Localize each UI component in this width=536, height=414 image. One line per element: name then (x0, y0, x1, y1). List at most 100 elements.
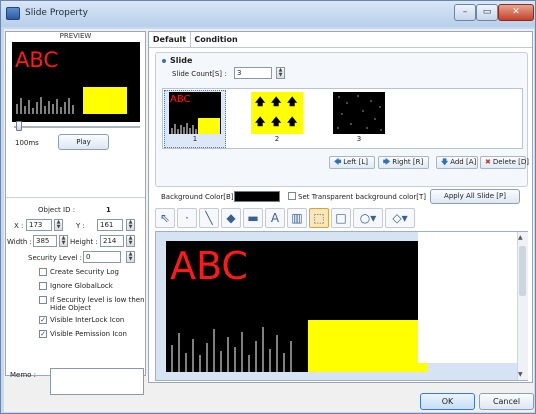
bar-graph-icon[interactable]: ▥ (287, 208, 307, 228)
edit-canvas-area[interactable]: ABC ▲ ▼ (155, 231, 528, 381)
slide-property-window: Slide Property – ▭ ✕ PREVIEW ABC 100ms P… (0, 0, 536, 414)
up-arrow-icon: 🡅 (287, 117, 298, 128)
ignore-globallock-checkbox[interactable] (39, 282, 47, 290)
left-arrow-icon: 🡄 (334, 158, 342, 166)
hide-object-label-line2: Hide Object (50, 304, 91, 312)
visible-permission-icon-label: Visible Pemission Icon (50, 330, 127, 338)
point-icon[interactable]: · (177, 208, 197, 228)
speed-slider-track[interactable] (14, 126, 140, 128)
speed-label: 100ms (15, 139, 39, 147)
move-right-label: Right [R] (392, 158, 424, 166)
visible-interlock-icon-checkbox[interactable]: ✓ (39, 316, 47, 324)
slide-count-input[interactable]: 3 (234, 67, 272, 79)
fill-icon[interactable]: ◆ (221, 208, 241, 228)
security-level-label: Security Level : (28, 254, 83, 262)
add-slide-button[interactable]: 🡇 Add [A] (436, 156, 478, 169)
create-security-log-label: Create Security Log (50, 268, 119, 276)
background-color-swatch[interactable] (234, 191, 280, 202)
y-spinner[interactable]: ▲ ▼ (126, 219, 135, 231)
up-arrow-icon: 🡅 (271, 117, 282, 128)
scroll-down-icon[interactable]: ▼ (518, 371, 523, 378)
move-left-button[interactable]: 🡄 Left [L] (329, 156, 375, 169)
height-input[interactable]: 214 (100, 235, 124, 247)
scrollbar-thumb[interactable] (519, 246, 526, 296)
memo-input[interactable] (50, 368, 144, 395)
ellipse-dropdown-icon[interactable]: ○▾ (353, 208, 383, 228)
rectangle-icon[interactable]: □ (331, 208, 351, 228)
cancel-button[interactable]: Cancel (479, 393, 534, 410)
x-label: X : (14, 222, 24, 230)
object-id-value: 1 (106, 206, 111, 214)
visible-permission-icon-checkbox[interactable]: ✓ (39, 330, 47, 338)
y-input[interactable]: 161 (97, 219, 123, 231)
add-icon: 🡇 (441, 158, 449, 166)
security-level-input[interactable]: 0 (83, 251, 121, 263)
transparent-background-checkbox[interactable] (288, 192, 296, 200)
x-input[interactable]: 173 (26, 219, 52, 231)
play-button[interactable]: Play (58, 134, 109, 150)
window-title: Slide Property (25, 8, 88, 18)
width-spinner[interactable]: ▲ ▼ (59, 235, 68, 247)
up-arrow-icon: 🡅 (255, 97, 266, 108)
image-icon[interactable]: ▬ (243, 208, 263, 228)
width-label: Width : (7, 238, 32, 246)
up-arrow-icon: 🡅 (271, 97, 282, 108)
canvas-abc-text[interactable]: ABC (170, 244, 248, 288)
thumbnail-1-number: 1 (192, 135, 198, 143)
move-right-button[interactable]: 🡆 Right [R] (378, 156, 429, 169)
preview-yellow-box (83, 87, 127, 114)
memo-label: Memo : (10, 371, 37, 379)
delete-slide-label: Delete [D] (492, 158, 529, 166)
canvas-white-margin (418, 232, 517, 363)
ok-button[interactable]: OK (420, 393, 475, 410)
width-input[interactable]: 385 (33, 235, 57, 247)
preview-title: PREVIEW (59, 32, 92, 40)
height-label: Height : (70, 238, 98, 246)
create-security-log-checkbox[interactable] (39, 268, 47, 276)
canvas-bars[interactable] (168, 315, 306, 372)
background-color-label: Background Color[B] : (161, 193, 239, 201)
speed-slider-thumb[interactable] (16, 121, 22, 131)
canvas-yellow-box[interactable] (308, 320, 428, 372)
tab-default[interactable]: Default (149, 32, 191, 47)
close-button[interactable]: ✕ (498, 4, 534, 21)
up-arrow-icon: 🡅 (287, 97, 298, 108)
delete-slide-button[interactable]: ✖ Delete [D] (480, 156, 529, 169)
ignore-globallock-label: Ignore GlobalLock (50, 282, 113, 290)
tab-condition[interactable]: Condition (192, 32, 240, 47)
scroll-up-icon[interactable]: ▲ (518, 234, 523, 241)
hide-object-checkbox[interactable] (39, 296, 47, 304)
slide-count-spinner[interactable]: ▲ ▼ (276, 67, 285, 79)
hide-object-label: If Security level is low then (50, 296, 145, 304)
add-slide-label: Add [A] (450, 158, 477, 166)
select-region-icon[interactable]: ⬚ (309, 208, 329, 228)
preview-bars (16, 97, 74, 114)
security-level-spinner[interactable]: ▲ ▼ (126, 251, 135, 263)
slide-thumbnail-2[interactable]: 🡅 🡅 🡅 🡅 🡅 🡅 (251, 92, 303, 134)
minimize-button[interactable]: – (454, 4, 476, 21)
title-bar[interactable]: Slide Property – ▭ ✕ (1, 1, 535, 27)
height-spinner[interactable]: ▲ ▼ (126, 235, 135, 247)
maximize-button[interactable]: ▭ (476, 4, 498, 21)
slide-canvas[interactable]: ABC (166, 241, 428, 372)
dialog-client: PREVIEW ABC 100ms Play Object ID: 1 X:… (4, 29, 534, 412)
x-spinner[interactable]: ▲ ▼ (54, 219, 63, 231)
tab-strip-border (149, 47, 532, 48)
right-panel: Default Condition Slide Slide Count[S] :… (148, 31, 533, 383)
slide-group: Slide Slide Count[S] : 3 ▲ ▼ ABC 1 🡅 🡅 🡅… (155, 52, 529, 187)
up-arrow-icon: 🡅 (255, 117, 266, 128)
pointer-icon[interactable]: ⇖ (155, 208, 175, 228)
slide-thumbnail-3[interactable] (333, 92, 385, 134)
text-icon[interactable]: A (265, 208, 285, 228)
polygon-dropdown-icon[interactable]: ◇▾ (385, 208, 415, 228)
thumbnail-2-number: 2 (274, 135, 280, 143)
thumbnail-stars (337, 95, 382, 131)
left-panel: PREVIEW ABC 100ms Play Object ID: 1 X:… (5, 31, 146, 376)
slide-thumbnail-1[interactable]: ABC (169, 92, 221, 134)
apply-all-slide-button[interactable]: Apply All Slide [P] (430, 189, 520, 204)
app-icon (6, 7, 20, 20)
bullet-icon (162, 59, 166, 63)
slide-section-title: Slide (170, 56, 193, 65)
right-arrow-icon: 🡆 (383, 158, 391, 166)
line-icon[interactable]: ╲ (199, 208, 219, 228)
